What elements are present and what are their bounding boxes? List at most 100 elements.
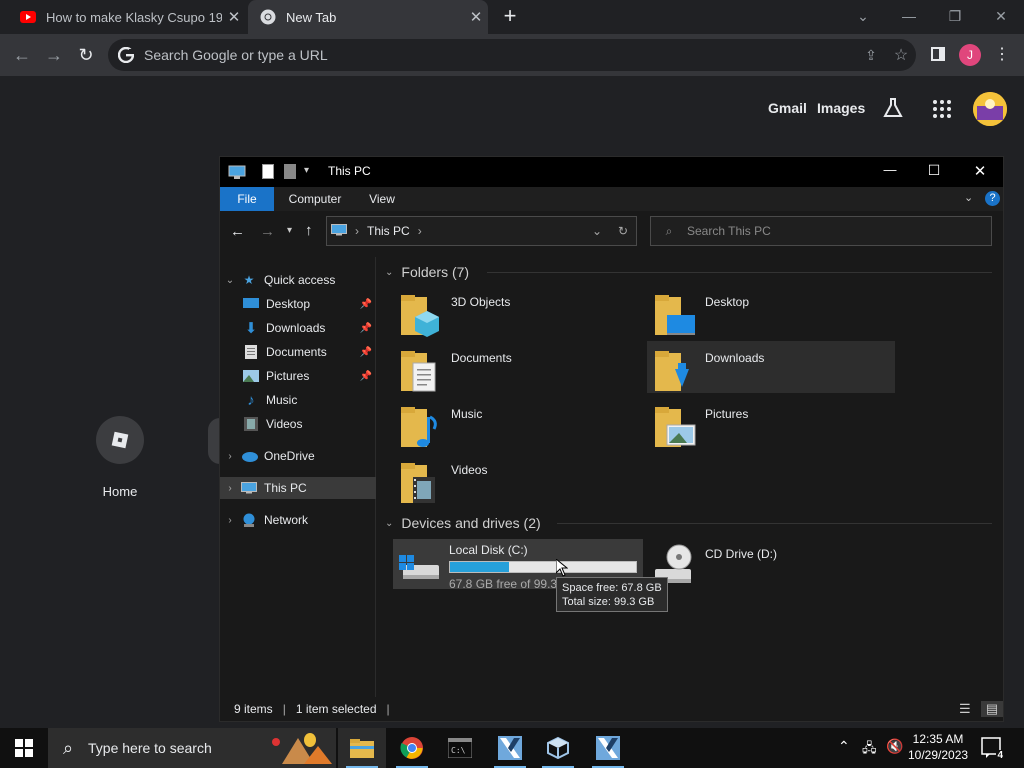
share-icon[interactable]: ⇪ xyxy=(856,47,886,64)
pin-icon: 📌 xyxy=(359,322,372,334)
explorer-minimize-button[interactable]: — xyxy=(868,162,912,177)
omnibox[interactable]: ⇪ ☆ xyxy=(108,39,916,71)
folder-pictures[interactable]: Pictures xyxy=(653,401,901,453)
shortcut-home[interactable]: Home xyxy=(84,416,156,499)
search-box[interactable]: ⌕ xyxy=(650,216,992,246)
folder-videos[interactable]: Videos xyxy=(399,457,647,509)
menu-icon[interactable]: ⋮ xyxy=(990,43,1014,67)
show-hidden-icons-chevron[interactable]: ⌃ xyxy=(838,738,850,755)
reload-button[interactable]: ↻ xyxy=(74,43,98,67)
bookmark-star-icon[interactable]: ☆ xyxy=(886,45,916,65)
taskbar-terminal[interactable]: C:\ xyxy=(436,728,484,768)
explorer-close-button[interactable]: ✕ xyxy=(958,162,1002,180)
ribbon-tab-computer[interactable]: Computer xyxy=(280,187,350,211)
address-history-chevron-icon[interactable]: ⌄ xyxy=(584,224,610,238)
taskbar-clock[interactable]: 12:35 AM 10/29/2023 xyxy=(908,731,968,763)
gmail-link[interactable]: Gmail xyxy=(768,100,807,116)
nav-downloads[interactable]: ⬇ Downloads 📌 xyxy=(220,317,376,339)
notification-count-badge: 4 xyxy=(996,750,1004,761)
profile-avatar[interactable]: J xyxy=(958,43,982,67)
folder-documents-icon xyxy=(399,349,443,395)
expand-chevron-icon[interactable]: › xyxy=(220,515,240,526)
search-input[interactable] xyxy=(687,224,991,238)
window-title: This PC xyxy=(328,164,371,178)
explorer-back-button[interactable]: ← xyxy=(230,223,245,240)
nav-pictures[interactable]: Pictures 📌 xyxy=(220,365,376,387)
nav-desktop[interactable]: Desktop 📌 xyxy=(220,293,376,315)
nav-onedrive[interactable]: › OneDrive xyxy=(220,445,376,467)
taskbar-app-1[interactable] xyxy=(486,728,534,768)
tab-new-tab[interactable]: New Tab ✕ xyxy=(248,0,488,34)
side-panel-icon[interactable] xyxy=(926,43,950,67)
collapse-chevron-icon[interactable]: ⌄ xyxy=(385,267,393,278)
labs-icon[interactable] xyxy=(882,97,906,121)
cube-icon xyxy=(547,736,569,760)
restore-button[interactable]: ❐ xyxy=(932,3,978,29)
drive-cd-d[interactable]: CD Drive (D:) xyxy=(649,543,849,593)
expand-chevron-icon[interactable]: ⌄ xyxy=(220,275,240,286)
close-tab-icon[interactable]: ✕ xyxy=(464,8,488,26)
nav-quick-access[interactable]: ⌄ ★ Quick access xyxy=(220,269,376,291)
refresh-icon[interactable]: ↻ xyxy=(610,224,636,238)
taskbar-app-2[interactable] xyxy=(584,728,632,768)
nav-label: Network xyxy=(264,513,309,527)
ribbon-expand-chevron-icon[interactable]: ⌄ xyxy=(964,191,973,204)
omnibox-input[interactable] xyxy=(144,47,856,63)
taskbar-file-explorer[interactable] xyxy=(338,728,386,768)
quick-toolbar-chevron-icon[interactable]: ▾ xyxy=(304,165,309,176)
status-divider: | xyxy=(282,702,286,716)
volume-muted-icon[interactable]: 🔇 xyxy=(886,738,903,755)
breadcrumb-this-pc[interactable]: This PC xyxy=(367,224,410,238)
tab-search-chevron-icon[interactable]: ⌄ xyxy=(840,3,886,29)
collapse-chevron-icon[interactable]: ⌄ xyxy=(385,518,393,529)
address-bar[interactable]: › This PC › ⌄ ↻ xyxy=(326,216,637,246)
google-account-avatar[interactable] xyxy=(973,92,1007,126)
network-status-icon[interactable]: 🖧 xyxy=(862,739,877,761)
images-link[interactable]: Images xyxy=(817,100,865,116)
folder-downloads[interactable]: Downloads xyxy=(647,341,895,393)
taskbar-search-box[interactable]: ⌕ Type here to search xyxy=(48,728,336,768)
document-icon xyxy=(242,344,260,360)
nav-music[interactable]: ♪ Music xyxy=(220,389,376,411)
taskbar-virtualbox[interactable] xyxy=(534,728,582,768)
up-button[interactable]: ↑ xyxy=(305,222,313,239)
folder-3d-objects-icon xyxy=(399,293,443,339)
close-tab-icon[interactable]: ✕ xyxy=(222,8,246,26)
nav-network[interactable]: › Network xyxy=(220,509,376,531)
forward-button[interactable]: → xyxy=(42,43,66,67)
folder-desktop[interactable]: Desktop xyxy=(653,289,901,341)
terminal-icon: C:\ xyxy=(448,738,472,758)
folder-documents[interactable]: Documents xyxy=(399,345,647,397)
folder-3d-objects[interactable]: 3D Objects xyxy=(399,289,647,341)
large-icons-view-icon[interactable]: ▤ xyxy=(981,701,1003,717)
properties-icon[interactable] xyxy=(262,164,274,179)
new-tab-button[interactable]: + xyxy=(498,4,522,28)
help-icon[interactable]: ? xyxy=(985,191,1000,206)
folders-group-header[interactable]: ⌄ Folders (7) xyxy=(385,262,469,282)
close-window-button[interactable]: ✕ xyxy=(978,3,1024,29)
taskbar: ⌕ Type here to search C:\ ⌃ 🖧 🔇 12:35 AM… xyxy=(0,728,1024,768)
back-button[interactable]: ← xyxy=(10,43,34,67)
nav-videos[interactable]: Videos xyxy=(220,413,376,435)
folder-music[interactable]: Music xyxy=(399,401,647,453)
nav-this-pc[interactable]: › This PC xyxy=(220,477,376,499)
minimize-button[interactable]: — xyxy=(886,3,932,29)
tab-youtube[interactable]: How to make Klasky Csupo 199 ✕ xyxy=(8,0,246,34)
details-view-icon[interactable]: ☰ xyxy=(959,701,981,717)
expand-chevron-icon[interactable]: › xyxy=(220,483,240,494)
ribbon-tab-file[interactable]: File xyxy=(220,187,274,211)
notification-center-button[interactable]: 4 xyxy=(980,736,1004,761)
breadcrumb-separator: › xyxy=(417,224,422,238)
new-folder-icon[interactable] xyxy=(284,164,296,179)
start-button[interactable] xyxy=(0,728,48,768)
nav-documents[interactable]: Documents 📌 xyxy=(220,341,376,363)
drives-group-header[interactable]: ⌄ Devices and drives (2) xyxy=(385,513,541,533)
ribbon-tab-view[interactable]: View xyxy=(360,187,404,211)
recent-locations-chevron-icon[interactable]: ▾ xyxy=(287,225,292,236)
explorer-forward-button[interactable]: → xyxy=(260,223,275,240)
taskbar-chrome[interactable] xyxy=(388,728,436,768)
expand-chevron-icon[interactable]: › xyxy=(220,451,240,462)
apps-grid-icon[interactable] xyxy=(932,99,952,119)
explorer-maximize-button[interactable]: ☐ xyxy=(912,162,956,179)
selection-count: 1 item selected xyxy=(295,702,377,716)
